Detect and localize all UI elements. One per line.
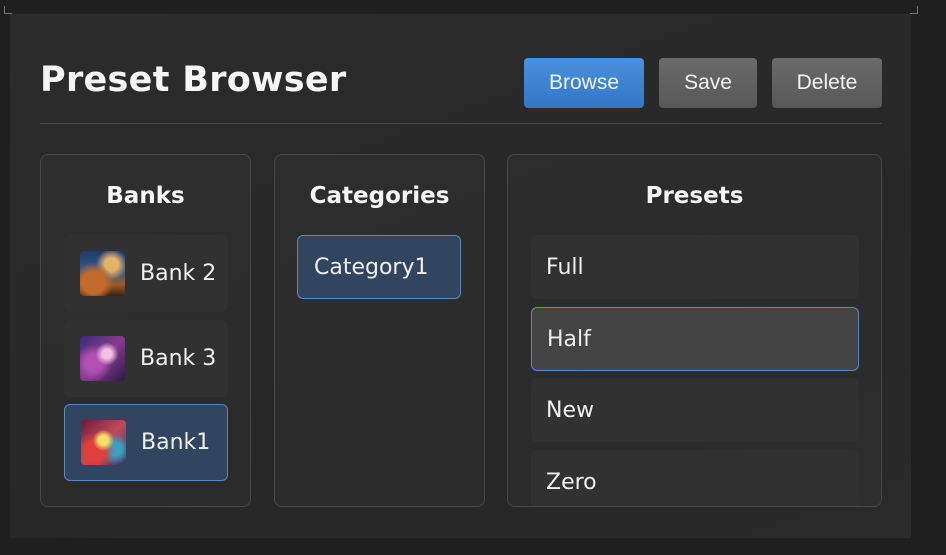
category-item-category1[interactable]: Category1 [297, 235, 461, 299]
banks-column: Banks Bank 2 Bank 3 Bank1 [40, 154, 251, 507]
header-divider [40, 123, 882, 124]
galaxy-thumbnail [80, 251, 125, 296]
preset-item-new[interactable]: New [531, 378, 859, 442]
preset-item-label: Half [547, 326, 591, 352]
presets-title: Presets [645, 183, 744, 209]
categories-title: Categories [309, 183, 450, 209]
bank-item-label: Bank 3 [140, 346, 217, 371]
preset-item-full[interactable]: Full [531, 235, 859, 299]
window-corner-mark [910, 6, 918, 14]
preset-item-half[interactable]: Half [531, 307, 859, 371]
window-corner-mark [4, 6, 12, 14]
preset-item-label: Zero [546, 469, 597, 495]
browse-button[interactable]: Browse [524, 58, 644, 108]
bank-item-bank1[interactable]: Bank1 [64, 404, 228, 481]
bank-item-label: Bank 2 [140, 261, 217, 286]
app-window: Preset Browser Browse Save Delete Banks … [0, 0, 946, 555]
nebula-thumbnail [80, 336, 125, 381]
presets-column: Presets Full Half New Zero [507, 154, 882, 507]
nebula-thumbnail [81, 420, 126, 465]
bank-item-label: Bank1 [141, 430, 211, 455]
category-item-label: Category1 [314, 254, 429, 280]
bank-item-bank-2[interactable]: Bank 2 [64, 235, 228, 312]
preset-item-zero[interactable]: Zero [531, 450, 859, 506]
delete-button[interactable]: Delete [772, 58, 882, 108]
save-button[interactable]: Save [659, 58, 757, 108]
page-title: Preset Browser [40, 60, 347, 100]
banks-title: Banks [106, 183, 185, 209]
bank-item-bank-3[interactable]: Bank 3 [64, 320, 228, 397]
preset-browser-panel: Preset Browser Browse Save Delete Banks … [10, 14, 911, 538]
categories-column: Categories Category1 [274, 154, 485, 507]
preset-item-label: New [546, 397, 594, 423]
preset-item-label: Full [546, 254, 584, 280]
